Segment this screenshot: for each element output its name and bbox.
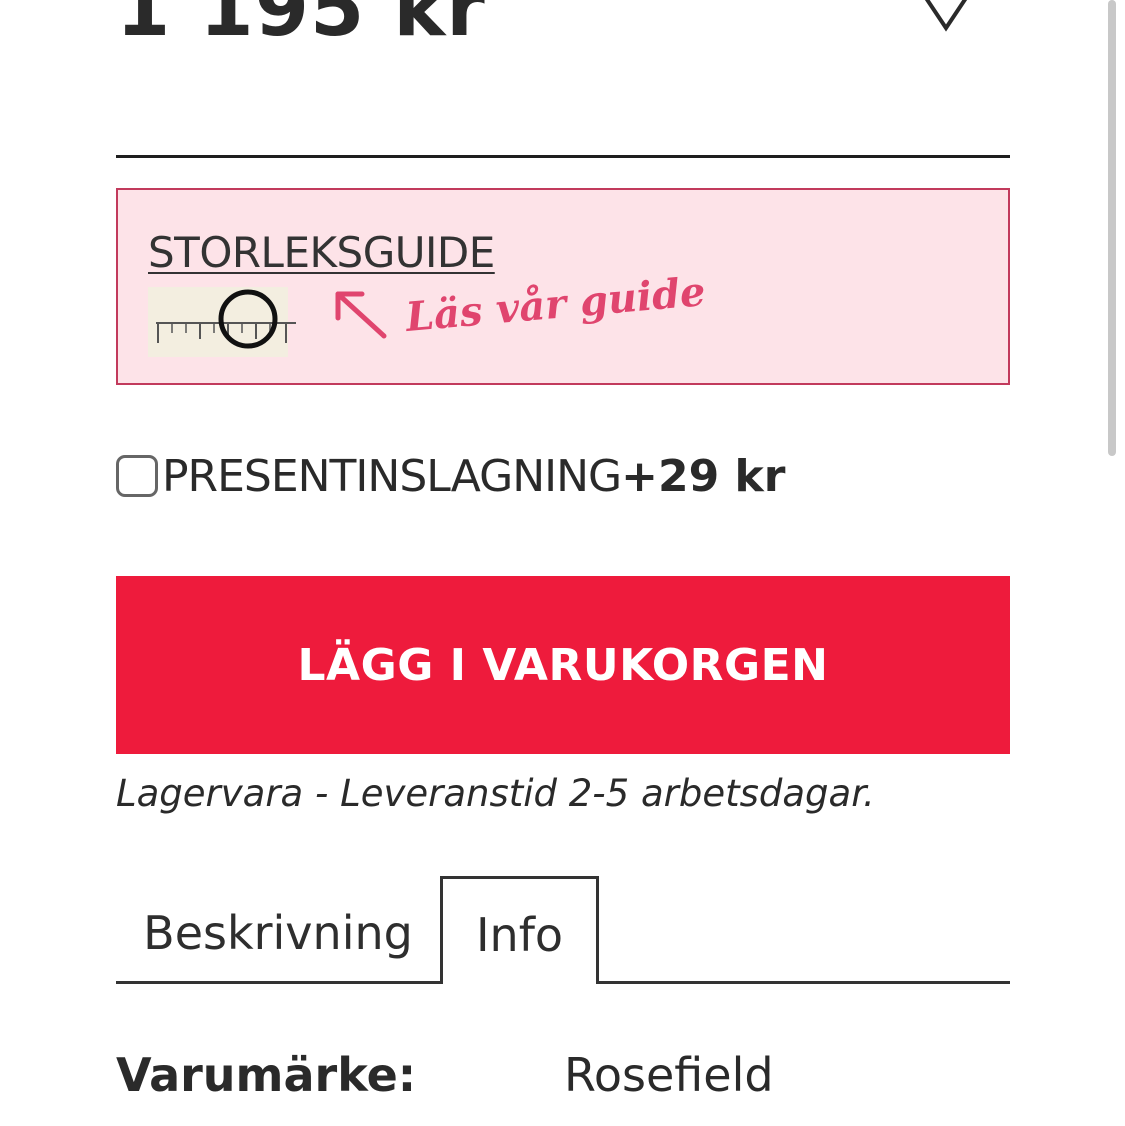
page-scrollbar[interactable] <box>1108 0 1116 456</box>
heart-icon <box>924 0 968 32</box>
arrow-up-left-icon <box>335 291 387 339</box>
product-page: 1 195 kr STORLEKSGUIDE Läs vår guide PRE… <box>0 0 1125 1126</box>
size-guide-link[interactable]: STORLEKSGUIDE <box>148 228 495 277</box>
gift-wrap-label: PRESENTINSLAGNING <box>162 450 622 502</box>
gift-wrap-option[interactable]: PRESENTINSLAGNING +29 kr <box>116 450 786 502</box>
favorite-button[interactable] <box>908 0 984 36</box>
add-to-cart-button[interactable]: LÄGG I VARUKORGEN <box>116 576 1010 754</box>
tab-beskrivning[interactable]: Beskrivning <box>116 876 440 984</box>
info-brand-row: Varumärke: Rosefield <box>116 1048 1010 1108</box>
tabs-baseline <box>598 981 1010 984</box>
size-guide-box[interactable]: STORLEKSGUIDE Läs vår guide <box>116 188 1010 385</box>
ruler-icon <box>148 287 296 357</box>
stock-status: Lagervara - Leveranstid 2-5 arbetsdagar. <box>116 772 875 815</box>
tab-info[interactable]: Info <box>440 876 599 984</box>
brand-value: Rosefield <box>564 1048 774 1102</box>
product-price: 1 195 kr <box>116 0 486 54</box>
brand-label: Varumärke: <box>116 1048 417 1102</box>
gift-wrap-price: +29 kr <box>621 450 786 502</box>
gift-wrap-checkbox[interactable] <box>116 455 158 497</box>
product-tabs: Beskrivning Info <box>116 876 1010 986</box>
size-guide-hint: Läs vår guide <box>403 268 708 341</box>
price-divider <box>116 155 1010 158</box>
